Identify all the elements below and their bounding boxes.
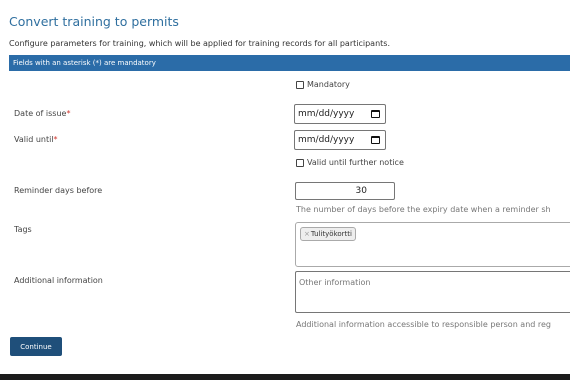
remove-tag-icon[interactable]: × xyxy=(304,230,310,238)
tag-chip: ×Tulityökortti xyxy=(300,227,356,241)
continue-button[interactable]: Continue xyxy=(10,337,62,356)
calendar-icon[interactable] xyxy=(371,110,380,118)
required-asterisk: * xyxy=(53,135,58,144)
reminder-days-help: The number of days before the expiry dat… xyxy=(296,205,551,214)
tags-input[interactable]: ×Tulityökortti xyxy=(295,222,570,267)
valid-until-further-notice-checkbox[interactable] xyxy=(296,158,304,167)
additional-information-help: Additional information accessible to res… xyxy=(296,320,552,329)
additional-information-placeholder: Other information xyxy=(299,278,371,287)
mandatory-fields-banner: Fields with an asterisk (*) are mandator… xyxy=(9,55,570,71)
valid-until-label: Valid until* xyxy=(14,135,58,144)
valid-until-placeholder: mm/dd/yyyy xyxy=(298,135,355,145)
valid-until-input[interactable]: mm/dd/yyyy xyxy=(294,130,386,150)
page-footer-bar xyxy=(0,374,570,380)
valid-until-further-notice-label: Valid until further notice xyxy=(307,158,404,167)
date-of-issue-input[interactable]: mm/dd/yyyy xyxy=(294,104,386,124)
date-of-issue-label-text: Date of issue xyxy=(14,109,67,118)
page-subtitle: Configure parameters for training, which… xyxy=(9,39,390,48)
mandatory-checkbox[interactable] xyxy=(296,80,304,89)
tags-label: Tags xyxy=(14,225,32,234)
additional-information-label: Additional information xyxy=(14,276,103,285)
reminder-days-input[interactable]: 30 xyxy=(295,182,395,200)
required-asterisk: * xyxy=(66,109,71,118)
valid-until-further-notice-row[interactable]: Valid until further notice xyxy=(296,158,404,167)
calendar-icon[interactable] xyxy=(371,136,380,144)
date-of-issue-placeholder: mm/dd/yyyy xyxy=(298,109,355,119)
mandatory-checkbox-row[interactable]: Mandatory xyxy=(296,80,350,89)
additional-information-textarea[interactable]: Other information xyxy=(295,271,570,313)
date-of-issue-label: Date of issue* xyxy=(14,109,70,118)
reminder-days-label: Reminder days before xyxy=(14,186,103,195)
mandatory-checkbox-label: Mandatory xyxy=(307,80,350,89)
valid-until-label-text: Valid until xyxy=(14,135,54,144)
page-title: Convert training to permits xyxy=(9,14,179,29)
tag-chip-label: Tulityökortti xyxy=(310,230,352,238)
